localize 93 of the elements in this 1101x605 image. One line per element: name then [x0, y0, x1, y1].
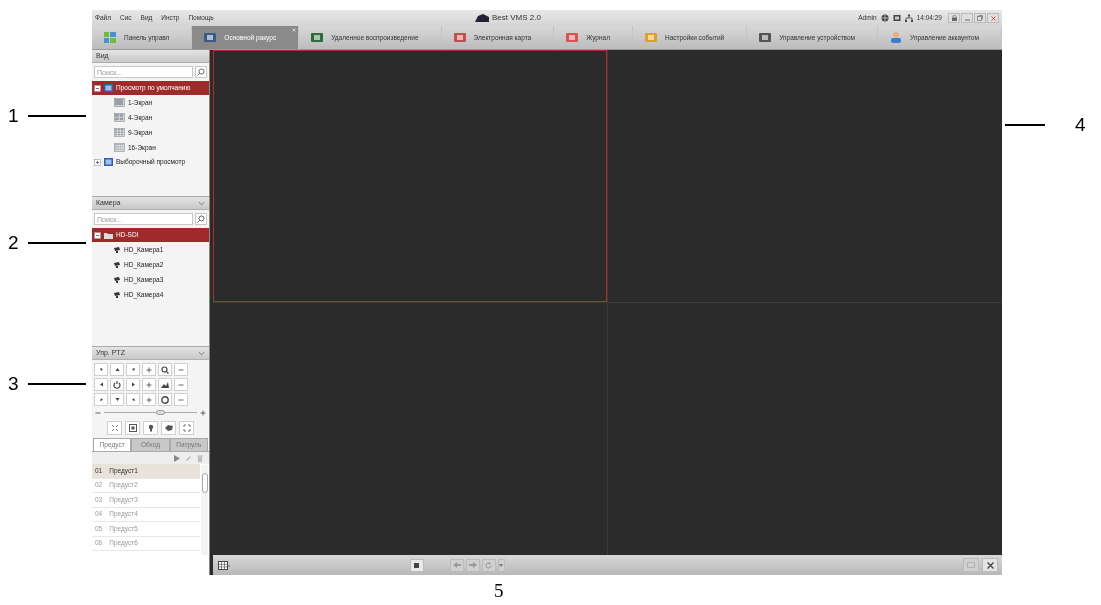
tab-icon — [759, 32, 772, 43]
grid-layout-icon — [218, 560, 230, 570]
stop-icon — [414, 562, 419, 568]
restore-icon — [977, 15, 983, 21]
lock-button[interactable] — [948, 13, 960, 23]
ptz-button[interactable] — [110, 363, 124, 376]
dropdown-button[interactable] — [497, 558, 505, 572]
tab-icon — [566, 32, 579, 43]
tab-icon — [204, 32, 217, 43]
layout-button[interactable] — [217, 559, 231, 571]
ptz-function-button[interactable] — [107, 421, 122, 435]
ptz-button[interactable] — [126, 378, 140, 391]
camera-icon — [114, 246, 121, 253]
screen-layout-icon — [114, 128, 125, 137]
left-arrow-icon — [452, 562, 461, 568]
screen-layout-icon — [114, 98, 125, 107]
function-icon — [164, 424, 173, 432]
screen-layout-icon — [114, 143, 125, 152]
tab-icon — [890, 32, 903, 43]
callout-number: 3 — [8, 372, 20, 396]
ptz-button[interactable] — [94, 378, 108, 391]
tab-icon — [311, 32, 324, 43]
tab-icon — [104, 32, 116, 43]
close-button[interactable] — [987, 13, 999, 23]
leader-line — [28, 383, 86, 386]
callout-number: 1 — [8, 104, 20, 128]
direction-arrow-icon[interactable] — [130, 397, 136, 402]
ptz-button[interactable] — [110, 393, 124, 406]
function-icon — [110, 424, 119, 432]
play-icon[interactable] — [174, 454, 180, 462]
plus-icon[interactable] — [146, 381, 152, 388]
collapse-icon[interactable] — [94, 84, 101, 92]
view-folder-icon — [104, 158, 113, 166]
function-icon — [128, 424, 137, 432]
caret-icon — [499, 563, 503, 567]
direction-arrow-icon[interactable] — [114, 367, 120, 372]
close-all-button[interactable] — [982, 558, 998, 572]
camera-icon — [114, 276, 121, 283]
next-button[interactable] — [465, 558, 480, 572]
chevron-icon[interactable] — [198, 350, 205, 356]
leader-line — [28, 242, 86, 245]
restore-button[interactable] — [974, 13, 986, 23]
minus-icon[interactable] — [178, 366, 184, 373]
leader-line — [1005, 124, 1045, 127]
direction-arrow-icon[interactable] — [130, 382, 136, 387]
globe-icon[interactable] — [880, 14, 889, 22]
leader-line — [28, 115, 86, 118]
ptz-function-button[interactable] — [161, 421, 176, 435]
camera-icon — [114, 261, 121, 268]
callout-number: 2 — [8, 231, 20, 255]
direction-arrow-icon[interactable] — [98, 382, 104, 387]
function-icon — [182, 424, 191, 432]
function-icon — [146, 424, 155, 432]
tab-icon — [644, 32, 657, 43]
right-arrow-icon — [468, 562, 477, 568]
plus-icon[interactable] — [200, 409, 206, 416]
plus-icon[interactable] — [146, 396, 152, 403]
tab-icon — [453, 32, 466, 43]
minus-icon[interactable] — [178, 381, 184, 388]
scrollbar[interactable] — [201, 465, 208, 555]
folder-icon — [104, 231, 113, 239]
close-icon — [986, 561, 994, 569]
scrollbar-thumb[interactable] — [201, 473, 208, 493]
minus-icon[interactable] — [95, 409, 101, 416]
refresh-icon — [485, 561, 492, 569]
direction-arrow-icon[interactable] — [98, 397, 104, 402]
close-tab-icon[interactable] — [292, 28, 297, 32]
direction-arrow-icon[interactable] — [130, 367, 136, 372]
monitor-icon[interactable] — [892, 14, 901, 22]
direction-arrow-icon[interactable] — [98, 367, 104, 372]
app-logo-icon — [475, 14, 489, 22]
lock-icon — [951, 15, 957, 21]
ptz-function-button[interactable] — [143, 421, 158, 435]
slider-thumb[interactable] — [155, 410, 165, 415]
expand-icon[interactable] — [94, 158, 101, 166]
plus-icon[interactable] — [146, 366, 152, 373]
network-icon[interactable] — [904, 14, 913, 22]
camera-icon — [114, 291, 121, 298]
ptz-function-button[interactable] — [125, 421, 140, 435]
stop-button[interactable] — [409, 558, 424, 572]
screen-layout-icon — [114, 113, 125, 122]
callout-number: 5 — [494, 580, 504, 602]
chevron-icon[interactable] — [198, 200, 205, 206]
callout-number: 4 — [1075, 113, 1086, 137]
app-title: Best VMS 2.0 — [492, 12, 541, 24]
expand-icon — [967, 562, 975, 568]
minimize-button[interactable] — [961, 13, 973, 23]
direction-arrow-icon[interactable] — [114, 397, 120, 402]
previous-button[interactable] — [449, 558, 464, 572]
close-icon — [990, 15, 996, 21]
view-folder-icon — [104, 84, 113, 92]
collapse-icon[interactable] — [94, 231, 101, 239]
minus-icon[interactable] — [178, 396, 184, 403]
